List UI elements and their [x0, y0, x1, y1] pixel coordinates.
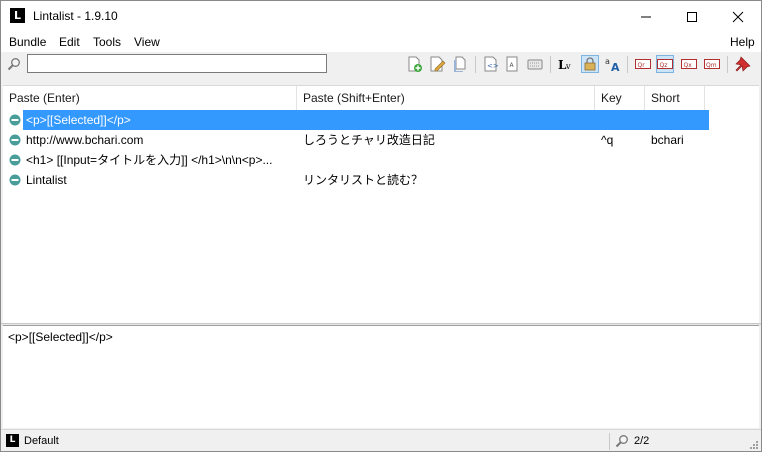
row-paste: Lintalist: [26, 173, 67, 187]
copy-snippet-icon[interactable]: [451, 55, 469, 73]
search-mode-regular-icon[interactable]: Qr: [634, 55, 652, 73]
search-input[interactable]: [27, 54, 327, 73]
svg-text:Qx: Qx: [684, 62, 693, 69]
status-bundle: Default: [24, 435, 59, 447]
snippet-icon: [9, 154, 21, 166]
row-paste: <p>[[Selected]]</p>: [23, 110, 709, 130]
lock-toggle-button[interactable]: [581, 55, 599, 73]
menu-edit[interactable]: Edit: [59, 35, 80, 49]
toolbar-separator: [550, 56, 551, 73]
svg-text:A: A: [611, 61, 620, 73]
column-header-short[interactable]: Short: [645, 86, 705, 110]
toolbar-separator: [475, 56, 476, 73]
svg-text:v: v: [565, 62, 571, 71]
row-paste: http://www.bchari.com: [26, 133, 144, 147]
list-row[interactable]: Lintalist リンタリストと読む？: [3, 170, 706, 190]
app-window: L Lintalist - 1.9.10 Bundle Edit Tools V…: [0, 0, 762, 452]
minimize-button[interactable]: [623, 1, 669, 32]
app-logo-icon: L: [10, 8, 25, 23]
list-row[interactable]: <h1> [[Input=タイトルを入力]] </h1>\n\n<p>...: [3, 150, 706, 170]
toolbar-separator: [727, 56, 728, 73]
status-count: 2/2: [634, 435, 650, 447]
row-paste-shift: リンタリストと読む？: [303, 173, 424, 187]
column-header-key[interactable]: Key: [595, 86, 645, 110]
row-paste: <h1> [[Input=タイトルを入力]] </h1>\n\n<p>...: [26, 153, 273, 167]
menu-bar: Bundle Edit Tools View Help: [1, 32, 761, 52]
svg-text:Qz: Qz: [660, 62, 668, 69]
menu-view[interactable]: View: [134, 35, 160, 49]
status-bar: L Default 2/2: [1, 429, 761, 451]
list-row[interactable]: <p>[[Selected]]</p>: [3, 110, 709, 130]
menu-tools[interactable]: Tools: [93, 35, 121, 49]
snippet-icon: [9, 134, 21, 146]
minimize-icon: [641, 16, 651, 18]
title-bar[interactable]: L Lintalist - 1.9.10: [1, 1, 761, 32]
code-view-icon[interactable]: <>: [481, 55, 499, 73]
window-title: Lintalist - 1.9.10: [33, 9, 118, 23]
menu-help[interactable]: Help: [730, 35, 755, 49]
svg-text:a: a: [605, 57, 610, 66]
svg-text:Qr: Qr: [638, 62, 646, 69]
snippet-icon: [9, 114, 21, 126]
toolbar-separator: [627, 56, 628, 73]
preview-pane[interactable]: <p>[[Selected]]</p>: [3, 325, 759, 428]
list-row[interactable]: http://www.bchari.com しろうとチャリ改造日記 ^q bch…: [3, 130, 706, 150]
row-short: bchari: [651, 133, 684, 147]
lv-variables-icon[interactable]: L v: [557, 55, 575, 73]
toolbar: <> A L v a A Qr Qz Qx Qm: [1, 52, 761, 77]
search-icon: [7, 58, 20, 71]
svg-text:Qm: Qm: [706, 62, 717, 69]
snippet-list[interactable]: Paste (Enter) Paste (Shift+Enter) Key Sh…: [3, 85, 759, 324]
edit-snippet-icon[interactable]: [428, 55, 446, 73]
search-mode-fuzzy-button[interactable]: Qz: [656, 55, 674, 73]
search-mode-regex-icon[interactable]: Qx: [680, 55, 698, 73]
new-snippet-icon[interactable]: [405, 55, 423, 73]
maximize-button[interactable]: [669, 1, 715, 32]
menu-bundle[interactable]: Bundle: [9, 35, 46, 49]
row-key: ^q: [601, 133, 614, 147]
close-button[interactable]: [715, 1, 761, 32]
case-sensitive-icon[interactable]: a A: [604, 55, 622, 73]
search-mode-fuzzy-icon: Qz: [657, 59, 673, 69]
bundle-icon: L: [6, 434, 19, 447]
close-icon: [732, 11, 744, 23]
search-count-icon: [615, 435, 628, 448]
column-header-paste[interactable]: Paste (Enter): [3, 86, 297, 110]
row-paste-shift: しろうとチャリ改造日記: [303, 133, 435, 147]
svg-text:<>: <>: [487, 62, 499, 70]
pin-icon[interactable]: [734, 55, 752, 73]
status-separator: [609, 433, 610, 450]
preview-text: <p>[[Selected]]</p>: [8, 330, 113, 344]
search-mode-magic-icon[interactable]: Qm: [703, 55, 721, 73]
maximize-icon: [687, 12, 697, 22]
column-header-paste-shift[interactable]: Paste (Shift+Enter): [297, 86, 595, 110]
text-view-icon[interactable]: A: [503, 55, 521, 73]
lock-icon: [584, 57, 596, 71]
snippet-icon: [9, 174, 21, 186]
resize-grip-icon[interactable]: [748, 439, 759, 450]
keyboard-icon[interactable]: [526, 55, 544, 73]
